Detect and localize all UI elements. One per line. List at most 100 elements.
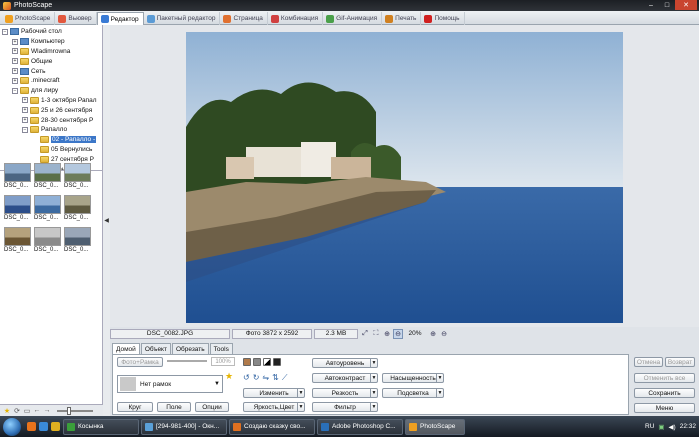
flip-h-icon[interactable]: ⇋	[262, 373, 269, 383]
taskbar-item[interactable]: Adobe Photoshop C...	[317, 418, 403, 435]
tree-node[interactable]: + Общие	[2, 56, 102, 66]
expand-toggle-icon[interactable]: +	[12, 38, 18, 45]
tree-node[interactable]: +25 и 26 сентября	[2, 105, 102, 115]
expand-toggle-icon[interactable]: −	[12, 87, 18, 94]
language-indicator[interactable]: RU	[645, 423, 654, 430]
volume-icon[interactable]: ◀)	[669, 423, 676, 431]
thumbnail[interactable]: DSC_0...	[34, 195, 63, 221]
sharpen-button[interactable]: Резкость ▼	[312, 388, 378, 398]
filter-button[interactable]: Фильтр ▼	[312, 402, 378, 412]
menu-button[interactable]: Меню	[634, 403, 695, 413]
expand-toggle-icon[interactable]: +	[12, 58, 18, 65]
chevron-down-icon[interactable]: ▼	[297, 403, 304, 411]
favorite-star-icon[interactable]: ★	[225, 371, 233, 382]
edit-tab-0[interactable]: Домой	[112, 343, 140, 354]
thumbnail[interactable]: DSC_0...	[4, 163, 33, 189]
thumbnail[interactable]: DSC_0...	[64, 163, 93, 189]
clock[interactable]: 22:32	[680, 423, 696, 430]
ie-icon[interactable]	[39, 422, 48, 431]
edit-tab-2[interactable]: Обрезать	[171, 343, 209, 354]
tab-3[interactable]: Пакетный редактор	[144, 12, 221, 25]
network-icon[interactable]: ▣	[658, 423, 664, 431]
thumbnail[interactable]: DSC_0...	[64, 195, 93, 221]
thumb-size-slider[interactable]	[57, 406, 93, 415]
frame-percent[interactable]: 100%	[211, 357, 235, 366]
taskbar-item[interactable]: PhotoScape	[405, 418, 465, 435]
close-button[interactable]: ✕	[675, 0, 697, 10]
back-icon[interactable]: ←	[33, 407, 41, 414]
zoom-actual-icon[interactable]: ⊕	[382, 329, 392, 339]
rotate-left-icon[interactable]: ↺	[243, 373, 250, 383]
expand-toggle-icon[interactable]: −	[22, 126, 28, 133]
tab-2[interactable]: Редактор	[96, 12, 144, 25]
tree-node[interactable]: − Рабочий стол	[2, 27, 102, 37]
firefox-icon[interactable]	[27, 422, 36, 431]
tree-node[interactable]: − для лиру	[2, 86, 102, 96]
chevron-down-icon[interactable]: ▼	[370, 389, 377, 397]
tree-node[interactable]: + Wladimrowna	[2, 47, 102, 57]
forward-icon[interactable]: →	[43, 407, 51, 414]
expand-toggle-icon[interactable]: +	[12, 68, 18, 75]
tree-node[interactable]: − Рапалло	[2, 125, 102, 135]
minimize-button[interactable]: –	[643, 0, 659, 10]
tab-1[interactable]: Вьювер	[55, 12, 97, 25]
zoom-out-icon[interactable]: ⊖	[439, 329, 449, 339]
tab-6[interactable]: Gif-Анимация	[323, 12, 383, 25]
zoom-fit-icon[interactable]: ⊖	[393, 328, 403, 339]
panel-splitter[interactable]: ◀	[103, 25, 110, 416]
collapse-arrow-icon[interactable]: ◀	[104, 217, 109, 224]
brightness-button[interactable]: Яркость,Цвет ▼	[243, 402, 305, 412]
edit-tab-1[interactable]: Объект	[140, 343, 171, 354]
margin-button[interactable]: Поле	[157, 402, 191, 412]
photo-canvas[interactable]	[186, 32, 623, 323]
maximize-button[interactable]: □	[659, 0, 675, 10]
thumbnail[interactable]: DSC_0...	[34, 163, 63, 189]
auto-level-button[interactable]: Автоуровень ▼	[312, 358, 378, 368]
resize-button[interactable]: Изменить ▼	[243, 388, 305, 398]
slider-handle[interactable]	[67, 406, 71, 415]
undo-all-button[interactable]: Отменить все	[634, 373, 695, 383]
circle-button[interactable]: Круг	[117, 402, 153, 412]
tab-4[interactable]: Страница	[220, 12, 268, 25]
chevron-down-icon[interactable]: ▼	[370, 403, 377, 411]
expand-toggle-icon[interactable]: +	[22, 117, 28, 124]
fit-screen-icon[interactable]: ⤢	[360, 329, 370, 339]
chevron-down-icon[interactable]: ▼	[297, 389, 304, 397]
save-button[interactable]: Сохранить	[634, 388, 695, 398]
tree-node[interactable]: + .minecraft	[2, 76, 102, 86]
expand-toggle-icon[interactable]: +	[12, 48, 18, 55]
photo-frame-button[interactable]: Фото+Рамка	[117, 357, 163, 367]
thumbnail[interactable]: DSC_0...	[4, 227, 33, 253]
tab-5[interactable]: Комбинация	[268, 12, 324, 25]
options-button[interactable]: Опции	[195, 402, 229, 412]
taskbar-item[interactable]: [294-981-400] - Окн...	[141, 418, 227, 435]
chevron-down-icon[interactable]: ▼	[436, 389, 443, 397]
taskbar-item[interactable]: Косынка	[63, 418, 139, 435]
thumbnail[interactable]: DSC_0...	[64, 227, 93, 253]
tab-7[interactable]: Печать	[382, 12, 422, 25]
frame-select[interactable]: Нет рамок ▼	[117, 375, 223, 393]
expand-toggle-icon[interactable]: −	[2, 28, 8, 35]
flip-v-icon[interactable]: ⇅	[272, 373, 279, 383]
backlight-button[interactable]: Подсветка ▼	[382, 388, 444, 398]
tree-node[interactable]: 02 - Рапалло -	[2, 135, 102, 145]
tab-8[interactable]: Помощь	[421, 12, 465, 25]
tree-node[interactable]: + Компьютер	[2, 37, 102, 47]
chevron-down-icon[interactable]: ▼	[436, 374, 443, 382]
expand-toggle-icon[interactable]: +	[22, 107, 28, 114]
tree-node[interactable]: + Сеть	[2, 66, 102, 76]
chevron-down-icon[interactable]: ▼	[370, 374, 377, 382]
saturation-button[interactable]: Насыщенность ▼	[382, 373, 444, 383]
tree-node[interactable]: +1-3 октября Рапал	[2, 96, 102, 106]
straighten-icon[interactable]: ⟋	[282, 373, 288, 383]
tree-node[interactable]: 05 Вернулись	[2, 145, 102, 155]
folder-icon[interactable]: ▭	[23, 407, 31, 415]
expand-toggle-icon[interactable]: +	[22, 97, 28, 104]
chevron-down-icon[interactable]: ▼	[370, 359, 377, 367]
auto-contrast-button[interactable]: Автоконтраст ▼	[312, 373, 378, 383]
undo-button[interactable]: Отмена	[634, 357, 663, 367]
fullscreen-icon[interactable]: ⛶	[371, 329, 381, 339]
sepia-icon[interactable]	[243, 358, 251, 366]
tree-node[interactable]: +28-30 сентября Р	[2, 115, 102, 125]
start-button[interactable]	[3, 417, 21, 436]
